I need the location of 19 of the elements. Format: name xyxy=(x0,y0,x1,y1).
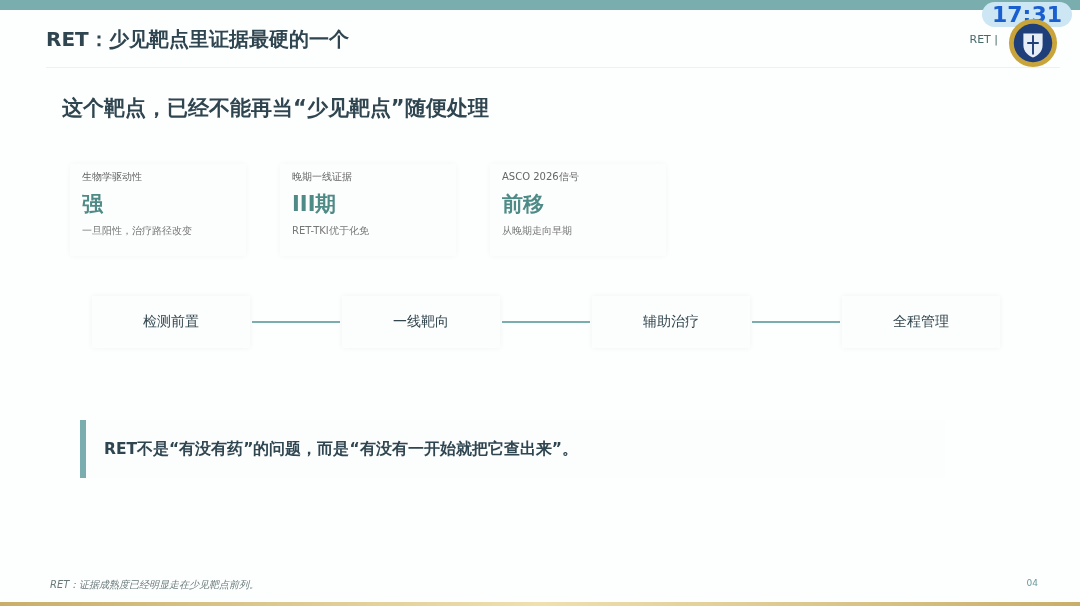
stat-value: 前移 xyxy=(502,191,545,218)
stat-value: III期 xyxy=(292,191,338,218)
headline: 这个靶点，已经不能再当“少见靶点”随便处理 xyxy=(62,95,490,122)
slide-title: RET：少见靶点里证据最硬的一个 xyxy=(46,26,349,53)
stat-label: ASCO 2026信号 xyxy=(502,170,580,184)
process-step: 辅助治疗 xyxy=(592,296,750,348)
callout-text: RET不是“有没有药”的问题，而是“有没有一开始就把它查出来”。 xyxy=(104,438,578,460)
stat-note: 一旦阳性，治疗路径改变 xyxy=(82,224,193,238)
stat-label: 晚期一线证据 xyxy=(292,170,353,184)
footnote: RET：证据成熟度已经明显走在少见靶点前列。 xyxy=(50,578,260,592)
process-step: 一线靶向 xyxy=(342,296,500,348)
stat-label: 生物学驱动性 xyxy=(82,170,143,184)
stat-note: 从晚期走向早期 xyxy=(502,224,573,238)
stat-value: 强 xyxy=(82,191,104,218)
page-number: 04 xyxy=(1026,578,1038,590)
section-tag: RET | xyxy=(969,33,998,46)
process-step: 全程管理 xyxy=(842,296,1000,348)
process-step: 检测前置 xyxy=(92,296,250,348)
stat-note: RET-TKI优于化免 xyxy=(292,224,370,238)
